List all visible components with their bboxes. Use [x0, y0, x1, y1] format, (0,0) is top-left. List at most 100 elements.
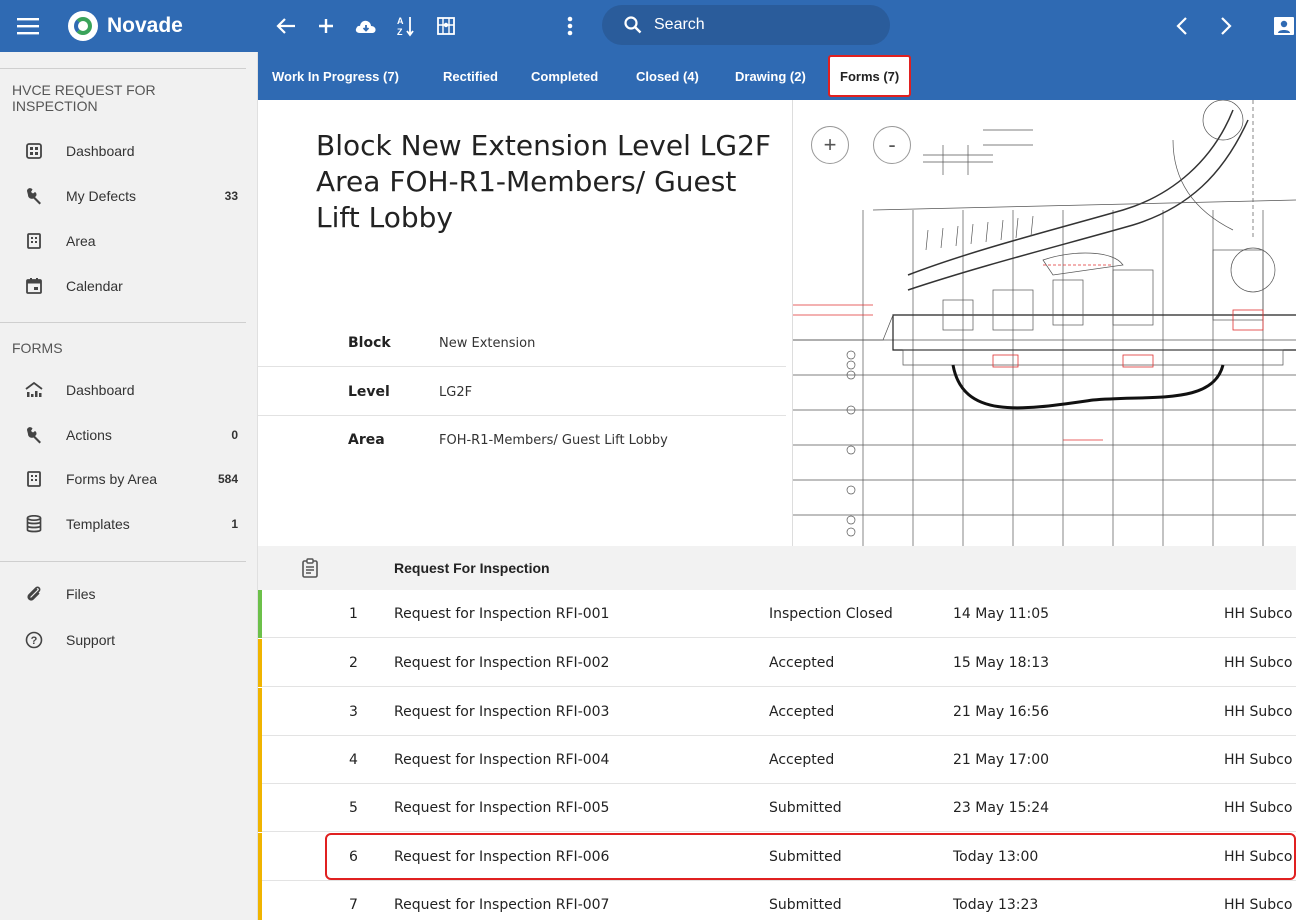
top-app-bar: Novade AZ Search — [0, 0, 1296, 52]
sidebar-divider — [0, 322, 246, 323]
row-party: HH Subco — [1224, 800, 1293, 816]
sidebar-item-forms-dashboard[interactable]: Dashboard — [0, 368, 246, 412]
floor-plan-drawing — [793, 100, 1296, 546]
tab-completed[interactable]: Completed — [531, 52, 598, 100]
row-status: Accepted — [769, 704, 835, 720]
sidebar-item-label: Dashboard — [66, 382, 135, 398]
sidebar-item-files[interactable]: Files — [0, 572, 246, 616]
row-number: 3 — [349, 704, 358, 720]
sidebar-item-label: Files — [66, 586, 96, 602]
user-icon[interactable] — [1272, 0, 1296, 52]
row-date: 21 May 16:56 — [953, 704, 1050, 720]
info-row-level: Level LG2F — [258, 368, 786, 416]
row-name: Request for Inspection RFI-002 — [394, 655, 610, 671]
sidebar-item-templates[interactable]: Templates 1 — [0, 502, 246, 546]
location-title: Block New Extension Level LG2F Area FOH-… — [316, 129, 771, 234]
tab-closed[interactable]: Closed (4) — [636, 52, 699, 100]
back-arrow-icon[interactable] — [270, 0, 302, 52]
info-key: Area — [348, 432, 385, 448]
sidebar-item-area[interactable]: Area — [0, 219, 246, 263]
sidebar-section-title: FORMS — [12, 340, 63, 356]
drawing-viewer[interactable]: + - — [792, 100, 1296, 546]
svg-text:?: ? — [31, 635, 38, 647]
status-color-bar — [258, 639, 262, 687]
table-row[interactable]: 4 Request for Inspection RFI-004 Accepte… — [258, 736, 1296, 784]
row-date: 15 May 18:13 — [953, 655, 1050, 671]
sidebar-item-actions[interactable]: Actions 0 — [0, 413, 246, 457]
row-status: Accepted — [769, 655, 835, 671]
sidebar-item-label: Area — [66, 233, 96, 249]
status-color-bar — [258, 881, 262, 920]
info-row-block: Block New Extension — [258, 319, 786, 367]
novade-logo[interactable]: Novade — [68, 8, 183, 44]
row-party: HH Subco — [1224, 897, 1293, 913]
sidebar-item-label: Forms by Area — [66, 471, 158, 487]
table-row[interactable]: 1 Request for Inspection RFI-001 Inspect… — [258, 590, 1296, 638]
tab-drawing[interactable]: Drawing (2) — [735, 52, 806, 100]
sidebar-section-title: HVCE REQUEST FOR INSPECTION — [12, 82, 156, 114]
tab-forms[interactable]: Forms (7) — [828, 55, 912, 97]
zoom-in-button[interactable]: + — [811, 126, 849, 164]
map-icon[interactable] — [430, 0, 462, 52]
sidebar-item-count: 0 — [231, 428, 238, 442]
row-status: Inspection Closed — [769, 606, 893, 622]
status-color-bar — [258, 833, 262, 881]
row-date: Today 13:23 — [953, 897, 1039, 913]
app-name: Novade — [107, 14, 183, 37]
search-placeholder: Search — [654, 16, 705, 33]
table-row[interactable]: 2 Request for Inspection RFI-002 Accepte… — [258, 639, 1296, 687]
more-vert-icon[interactable] — [558, 0, 582, 52]
menu-icon[interactable] — [10, 0, 46, 52]
table-row[interactable]: 5 Request for Inspection RFI-005 Submitt… — [258, 784, 1296, 832]
sort-az-icon[interactable]: AZ — [390, 0, 422, 52]
tab-bar: Work In Progress (7) Rectified Completed… — [258, 52, 1296, 100]
sidebar: HVCE REQUEST FOR INSPECTION Dashboard My… — [0, 52, 258, 920]
help-circle-icon: ? — [20, 631, 48, 649]
info-key: Block — [348, 335, 391, 351]
calendar-icon — [20, 278, 48, 294]
row-date: 21 May 17:00 — [953, 752, 1050, 768]
dashboard-grid-icon — [20, 143, 48, 159]
row-party: HH Subco — [1224, 704, 1293, 720]
info-row-area: Area FOH-R1-Members/ Guest Lift Lobby — [258, 416, 786, 464]
add-icon[interactable] — [310, 0, 342, 52]
tab-rectified[interactable]: Rectified — [443, 52, 498, 100]
row-name: Request for Inspection RFI-005 — [394, 800, 610, 816]
search-input[interactable]: Search — [602, 5, 890, 45]
info-key: Level — [348, 384, 390, 400]
zoom-out-button[interactable]: - — [873, 126, 911, 164]
sidebar-item-label: My Defects — [66, 188, 137, 204]
sidebar-item-my-defects[interactable]: My Defects 33 — [0, 174, 246, 218]
database-icon — [20, 515, 48, 533]
wrench-icon — [20, 426, 48, 444]
sidebar-divider — [0, 561, 246, 562]
info-value: FOH-R1-Members/ Guest Lift Lobby — [439, 432, 668, 448]
svg-text:Z: Z — [397, 27, 403, 37]
tab-work-in-progress[interactable]: Work In Progress (7) — [272, 52, 399, 100]
row-number: 5 — [349, 800, 358, 816]
sidebar-item-count: 584 — [217, 472, 238, 486]
table-row[interactable]: 3 Request for Inspection RFI-003 Accepte… — [258, 688, 1296, 736]
cloud-download-icon[interactable] — [350, 0, 382, 52]
sidebar-item-dashboard[interactable]: Dashboard — [0, 129, 246, 173]
row-status: Accepted — [769, 752, 835, 768]
status-color-bar — [258, 688, 262, 736]
sidebar-item-calendar[interactable]: Calendar — [0, 264, 246, 308]
sidebar-divider — [0, 68, 246, 69]
chevron-right-icon[interactable] — [1212, 0, 1240, 52]
svg-text:A: A — [397, 16, 404, 26]
sidebar-item-support[interactable]: ? Support — [0, 618, 246, 662]
sidebar-item-forms-by-area[interactable]: Forms by Area 584 — [0, 457, 246, 501]
row-party: HH Subco — [1224, 655, 1293, 671]
sidebar-item-label: Calendar — [66, 278, 123, 294]
chart-dashboard-icon — [20, 382, 48, 398]
table-row[interactable]: 7 Request for Inspection RFI-007 Submitt… — [258, 881, 1296, 920]
sidebar-item-label: Dashboard — [66, 143, 135, 159]
row-date: 23 May 15:24 — [953, 800, 1050, 816]
status-color-bar — [258, 590, 262, 638]
row-number: 2 — [349, 655, 358, 671]
row-number: 4 — [349, 752, 358, 768]
row-number: 1 — [349, 606, 358, 622]
chevron-left-icon[interactable] — [1168, 0, 1196, 52]
row-party: HH Subco — [1224, 606, 1293, 622]
